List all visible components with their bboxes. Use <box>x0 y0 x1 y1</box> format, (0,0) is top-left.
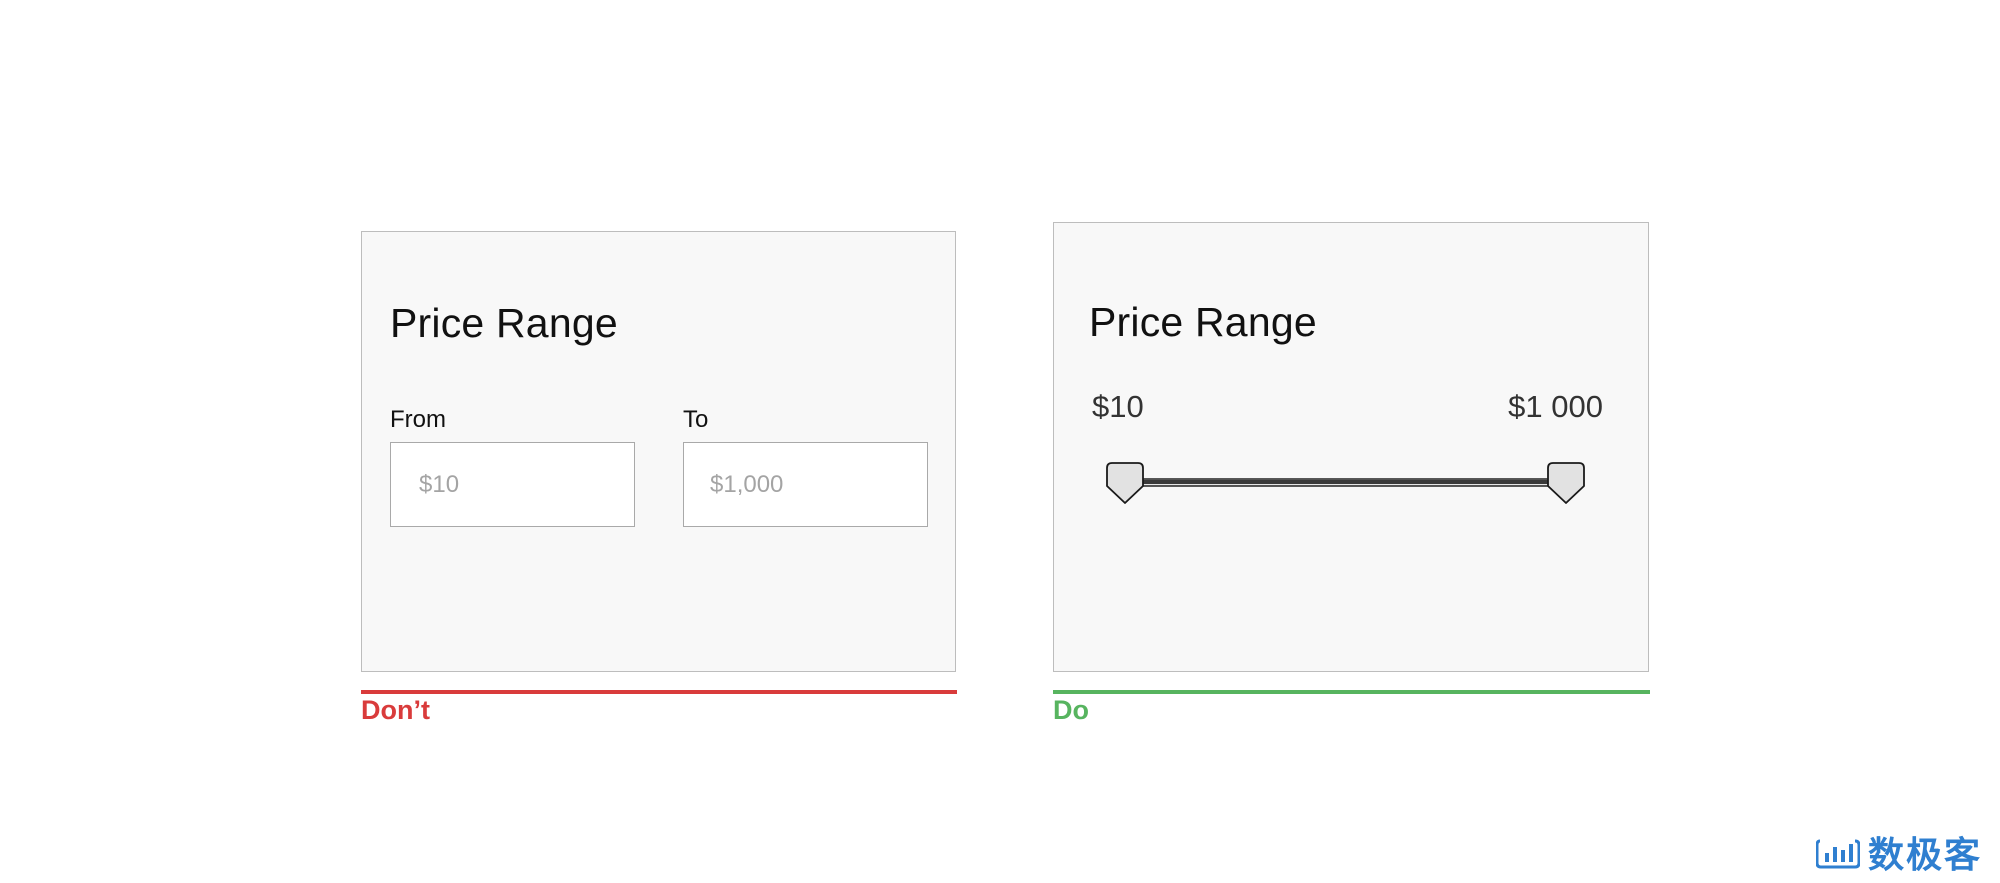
chart-bars-logo-icon <box>1815 839 1860 869</box>
do-caption: Do <box>1053 695 1089 725</box>
slider-handle-icon <box>1106 462 1144 504</box>
dont-example-card: Price Range From To <box>361 231 956 672</box>
do-divider <box>1053 690 1650 694</box>
price-range-title: Price Range <box>390 300 618 346</box>
slider-track[interactable] <box>1123 478 1566 487</box>
from-price-input[interactable] <box>390 442 635 527</box>
price-range-slider[interactable] <box>1054 223 1650 673</box>
slider-handle-min[interactable] <box>1106 462 1144 504</box>
dont-caption: Don’t <box>361 695 430 725</box>
to-label: To <box>683 406 709 433</box>
to-price-input[interactable] <box>683 442 928 527</box>
watermark-text: 数极客 <box>1867 835 1982 876</box>
from-label: From <box>390 406 446 433</box>
do-example-card: Price Range $10 $1 000 <box>1053 222 1649 672</box>
watermark: 数极客 <box>1815 826 1982 878</box>
dont-divider <box>361 690 957 694</box>
slider-handle-icon <box>1547 462 1585 504</box>
slider-handle-max[interactable] <box>1547 462 1585 504</box>
